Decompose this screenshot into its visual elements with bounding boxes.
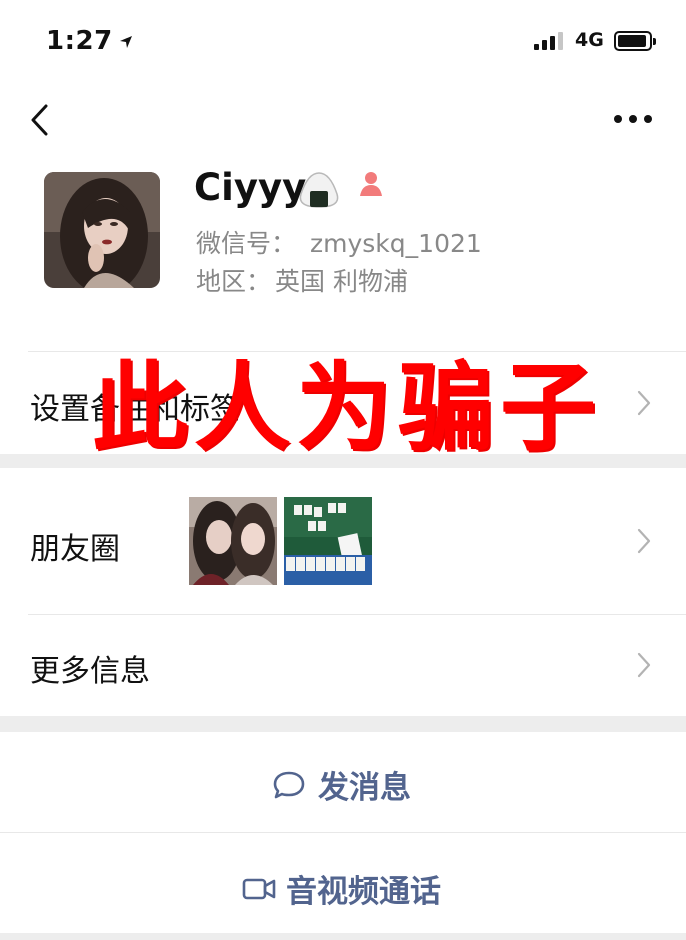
more-info-row-label: 更多信息 — [30, 654, 150, 689]
send-message-label: 发消息 — [318, 770, 411, 806]
location-arrow-icon — [119, 36, 132, 48]
network-type: 4G — [575, 29, 604, 51]
region: 地区： 英国 利物浦 — [196, 262, 408, 298]
region-value: 英国 利物浦 — [275, 267, 408, 296]
video-call-label: 音视频通话 — [286, 874, 441, 910]
send-message-button[interactable]: 发消息 — [0, 732, 686, 832]
moments-row-label: 朋友圈 — [30, 532, 120, 567]
video-call-button[interactable]: 音视频通话 — [0, 833, 686, 933]
nickname: Ciyyy — [194, 166, 307, 209]
wechat-id: 微信号： zmyskq_1021 — [196, 224, 482, 260]
chevron-left-icon — [31, 104, 48, 136]
back-button[interactable] — [22, 100, 58, 140]
chevron-right-icon — [637, 528, 651, 554]
moments-photo — [189, 497, 277, 585]
status-time: 1:27 — [46, 26, 133, 56]
section-gap — [0, 933, 686, 940]
female-user-icon — [360, 172, 382, 196]
wechat-id-label: 微信号： — [196, 229, 297, 258]
chevron-right-icon — [637, 390, 651, 416]
avatar[interactable] — [44, 172, 160, 288]
scammer-warning-overlay: 此人为骗子 — [92, 352, 602, 464]
video-camera-icon — [242, 878, 276, 899]
rice-ball-icon — [299, 172, 339, 208]
region-label: 地区： — [196, 267, 272, 296]
more-dots-icon — [614, 115, 652, 123]
status-time-text: 1:27 — [46, 26, 113, 56]
wechat-id-value: zmyskq_1021 — [310, 229, 482, 258]
signal-bars-icon — [534, 32, 568, 50]
chevron-right-icon — [637, 652, 651, 678]
moments-photo — [284, 497, 372, 585]
more-button[interactable] — [610, 108, 656, 130]
avatar-image — [44, 172, 160, 288]
chat-bubble-icon — [273, 771, 305, 798]
section-gap — [0, 716, 686, 732]
battery-icon — [614, 31, 656, 51]
